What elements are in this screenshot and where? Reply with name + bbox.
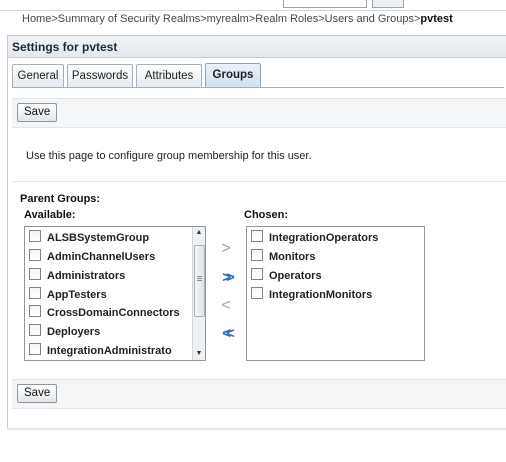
top-bar (0, 0, 506, 11)
top-search-button[interactable] (372, 0, 404, 8)
checkbox[interactable] (29, 287, 41, 299)
list-item[interactable]: IntegrationMonitors (251, 286, 372, 304)
list-item[interactable]: ALSBSystemGroup (29, 229, 149, 247)
list-item[interactable]: AppTesters (29, 286, 107, 304)
breadcrumb-current: pvtest (420, 13, 453, 25)
checkbox[interactable] (251, 249, 263, 261)
list-item[interactable]: IntegrationOperators (251, 229, 378, 247)
breadcrumb-realm-roles[interactable]: Realm Roles (255, 13, 318, 25)
checkbox[interactable] (29, 324, 41, 336)
bottom-toolbar: Save (12, 379, 506, 409)
breadcrumb-security-realms[interactable]: Summary of Security Realms (58, 13, 200, 25)
list-item[interactable]: AdminChannelUsers (29, 248, 155, 266)
tab-divider (12, 87, 504, 88)
arrow-down-icon[interactable]: ▼ (193, 348, 205, 360)
top-search-input[interactable] (283, 0, 367, 8)
available-label: Available: (24, 209, 76, 221)
parent-groups-heading: Parent Groups: (20, 193, 101, 205)
checkbox[interactable] (29, 305, 41, 317)
scrollbar-thumb[interactable] (194, 245, 205, 317)
panel-shadow (7, 428, 506, 431)
panel-title: Settings for pvtest (8, 36, 506, 58)
double-chevron-right-icon[interactable]: >> (216, 269, 236, 287)
checkbox[interactable] (251, 287, 263, 299)
list-item[interactable]: Administrators (29, 267, 125, 285)
chosen-label: Chosen: (244, 209, 288, 221)
checkbox[interactable] (29, 249, 41, 261)
top-toolbar: Save (12, 98, 506, 128)
available-groups-list[interactable]: ALSBSystemGroup AdminChannelUsers Admini… (24, 226, 206, 361)
checkbox[interactable] (251, 230, 263, 242)
chevron-right-icon[interactable]: > (216, 240, 236, 258)
save-button-bottom[interactable]: Save (17, 384, 58, 403)
tab-passwords[interactable]: Passwords (67, 64, 133, 87)
save-button-top[interactable]: Save (17, 103, 58, 122)
list-item[interactable]: Operators (251, 267, 322, 285)
section-divider (12, 181, 506, 182)
checkbox[interactable] (251, 268, 263, 280)
available-list-scrollbar[interactable]: ▲ ▼ (192, 227, 205, 360)
tab-groups[interactable]: Groups (205, 63, 261, 88)
chevron-left-icon[interactable]: < (216, 297, 236, 315)
tab-attributes[interactable]: Attributes (136, 64, 202, 87)
breadcrumb-users-and-groups[interactable]: Users and Groups (325, 13, 414, 25)
arrow-up-icon[interactable]: ▲ (193, 227, 205, 239)
page-description: Use this page to configure group members… (26, 150, 312, 162)
checkbox[interactable] (29, 230, 41, 242)
list-item[interactable]: IntegrationAdministrato (29, 342, 172, 360)
tab-general[interactable]: General (12, 64, 64, 87)
breadcrumb-myrealm[interactable]: myrealm (207, 13, 249, 25)
checkbox[interactable] (29, 268, 41, 280)
grip-icon (197, 276, 202, 277)
double-chevron-left-icon[interactable]: << (216, 325, 236, 343)
list-item[interactable]: Deployers (29, 323, 100, 341)
list-item[interactable]: CrossDomainConnectors (29, 304, 180, 322)
list-item[interactable]: Monitors (251, 248, 315, 266)
breadcrumb: Home>Summary of Security Realms>myrealm>… (22, 13, 453, 25)
breadcrumb-home[interactable]: Home (22, 13, 51, 25)
chosen-groups-list[interactable]: IntegrationOperators Monitors Operators … (246, 226, 425, 361)
settings-panel: Settings for pvtest General Passwords At… (7, 35, 506, 430)
checkbox[interactable] (29, 343, 41, 355)
